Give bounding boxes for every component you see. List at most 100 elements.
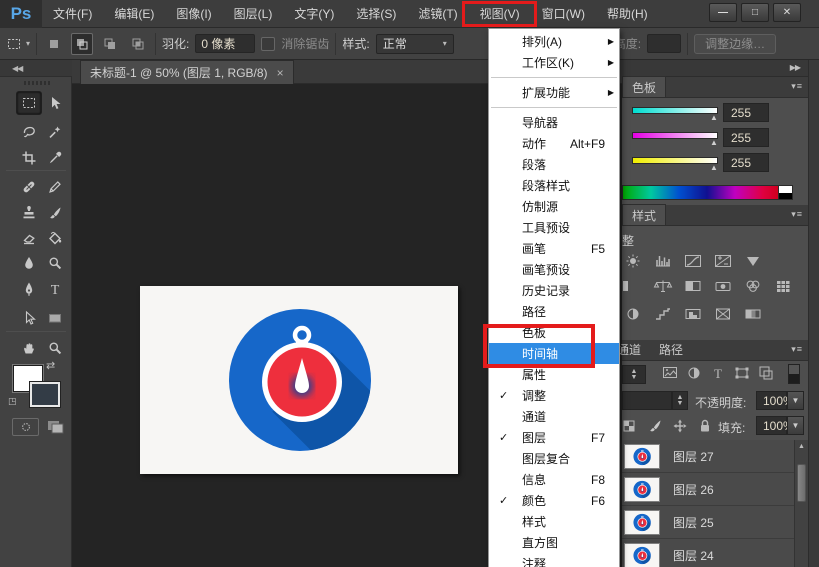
tab-swatches[interactable]: 色板 bbox=[622, 76, 666, 97]
fill-value[interactable]: 100% bbox=[756, 416, 787, 435]
maximize-button[interactable]: □ bbox=[741, 3, 769, 22]
layer-name[interactable]: 图层 26 bbox=[673, 481, 714, 498]
gradient-map-icon[interactable] bbox=[742, 306, 764, 322]
menubar-item-t[interactable]: 滤镜(T) bbox=[407, 0, 468, 28]
menubar-item-l[interactable]: 图层(L) bbox=[223, 0, 284, 28]
window-menu-item[interactable]: 路径 bbox=[489, 301, 619, 322]
menubar-item-y[interactable]: 文字(Y) bbox=[283, 0, 345, 28]
pencil-tool[interactable] bbox=[42, 175, 68, 199]
history-brush-tool[interactable] bbox=[42, 201, 68, 225]
lock-all-icon[interactable] bbox=[697, 418, 713, 434]
shape-layer-filter-icon[interactable] bbox=[734, 365, 750, 381]
intersect-selection-button[interactable] bbox=[127, 33, 149, 55]
lock-transparency-icon[interactable] bbox=[622, 418, 638, 434]
window-menu-item[interactable]: 样式 bbox=[489, 511, 619, 532]
window-menu-item[interactable]: 历史记录 bbox=[489, 280, 619, 301]
layer-thumbnail[interactable] bbox=[624, 444, 660, 469]
window-menu-item[interactable]: 排列(A)▶ bbox=[489, 31, 619, 52]
screen-mode-button[interactable] bbox=[44, 418, 68, 436]
levels-icon[interactable] bbox=[652, 253, 674, 269]
type-tool[interactable]: T bbox=[42, 277, 68, 301]
dodge-tool[interactable] bbox=[42, 251, 68, 275]
window-menu-item[interactable]: 画笔预设 bbox=[489, 259, 619, 280]
channel-value-input[interactable]: 255 bbox=[723, 128, 769, 147]
eyedropper-tool[interactable] bbox=[42, 146, 68, 170]
window-menu-item[interactable]: 直方图 bbox=[489, 532, 619, 553]
close-tab-icon[interactable]: × bbox=[277, 66, 284, 80]
exposure-icon[interactable] bbox=[712, 253, 734, 269]
menubar-item-s[interactable]: 选择(S) bbox=[345, 0, 407, 28]
window-menu-item[interactable]: 段落样式 bbox=[489, 175, 619, 196]
subtract-from-selection-button[interactable] bbox=[99, 33, 121, 55]
lock-position-icon[interactable] bbox=[672, 418, 688, 434]
blend-mode-stepper[interactable]: ▲▼ bbox=[672, 391, 688, 410]
tab-paths[interactable]: 路径 bbox=[650, 339, 692, 360]
crop-tool[interactable] bbox=[16, 146, 42, 170]
hue-saturation-cut-icon[interactable] bbox=[622, 278, 644, 294]
filter-toggle-button[interactable] bbox=[788, 364, 800, 384]
filter-kind-dropdown[interactable]: ▲▼ bbox=[622, 365, 646, 384]
lock-pixels-brush-icon[interactable] bbox=[647, 418, 663, 434]
path-selection-tool[interactable] bbox=[16, 306, 42, 330]
window-menu-item[interactable]: ✓调整 bbox=[489, 385, 619, 406]
tool-preset-icon[interactable]: ▾ bbox=[6, 36, 30, 52]
shape-tool[interactable] bbox=[42, 306, 68, 330]
channel-value-input[interactable]: 255 bbox=[723, 103, 769, 122]
window-menu-item[interactable]: 通道 bbox=[489, 406, 619, 427]
magic-wand-tool[interactable] bbox=[42, 120, 68, 144]
slider-thumb-icon[interactable]: ▲ bbox=[710, 138, 718, 147]
window-menu-item[interactable]: 导航器 bbox=[489, 112, 619, 133]
paint-bucket-tool[interactable] bbox=[42, 226, 68, 250]
menubar-item-i[interactable]: 图像(I) bbox=[165, 0, 222, 28]
tools-panel-collapse[interactable]: ◀◀ bbox=[0, 60, 72, 77]
selective-color-icon[interactable] bbox=[712, 306, 734, 322]
color-lookup-icon[interactable] bbox=[772, 278, 794, 294]
photo-filter-icon[interactable] bbox=[712, 278, 734, 294]
layer-name[interactable]: 图层 24 bbox=[673, 547, 714, 564]
window-menu-item[interactable]: ✓图层F7 bbox=[489, 427, 619, 448]
menubar-item-w[interactable]: 窗口(W) bbox=[531, 0, 596, 28]
tab-styles[interactable]: 样式 bbox=[622, 204, 666, 225]
document-tab[interactable]: 未标题-1 @ 50% (图层 1, RGB/8) × bbox=[80, 60, 294, 84]
rectangular-marquee-tool[interactable] bbox=[16, 91, 42, 115]
adjustment-layer-filter-icon[interactable] bbox=[686, 365, 702, 381]
feather-input[interactable]: 0 像素 bbox=[195, 34, 255, 53]
color-slider-track[interactable] bbox=[632, 132, 718, 139]
eraser-tool[interactable] bbox=[16, 226, 42, 250]
color-slider-track[interactable] bbox=[632, 157, 718, 164]
tab-channels[interactable]: 通道 bbox=[617, 339, 650, 360]
healing-brush-tool[interactable] bbox=[16, 175, 42, 199]
curves-icon[interactable] bbox=[682, 253, 704, 269]
type-layer-filter-icon[interactable]: T bbox=[710, 365, 726, 381]
invert-icon[interactable] bbox=[622, 306, 644, 322]
blend-mode-dropdown[interactable] bbox=[622, 391, 672, 410]
color-balance-icon[interactable] bbox=[652, 278, 674, 294]
color-spectrum-ramp[interactable] bbox=[622, 185, 792, 200]
pixel-layer-filter-icon[interactable] bbox=[662, 365, 678, 381]
layer-thumbnail[interactable] bbox=[624, 543, 660, 567]
hand-tool[interactable] bbox=[16, 336, 42, 360]
panel-grip[interactable] bbox=[24, 81, 50, 85]
pen-tool[interactable] bbox=[16, 277, 42, 301]
layer-row[interactable]: 图层 24 bbox=[622, 539, 794, 567]
background-color-swatch[interactable] bbox=[30, 382, 60, 407]
opacity-value[interactable]: 100% bbox=[756, 391, 787, 410]
height-input[interactable] bbox=[647, 34, 681, 53]
window-menu-item[interactable]: 信息F8 bbox=[489, 469, 619, 490]
layer-row[interactable]: 图层 26 bbox=[622, 473, 794, 506]
lasso-tool[interactable] bbox=[16, 120, 42, 144]
layer-row[interactable]: 图层 25 bbox=[622, 506, 794, 539]
window-menu-item[interactable]: 动作Alt+F9 bbox=[489, 133, 619, 154]
move-tool[interactable] bbox=[42, 91, 68, 115]
black-white-icon[interactable] bbox=[682, 278, 704, 294]
window-menu-item[interactable]: ✓颜色F6 bbox=[489, 490, 619, 511]
scrollbar-thumb[interactable] bbox=[797, 464, 806, 502]
vibrance-icon[interactable] bbox=[742, 253, 764, 269]
window-menu-item[interactable]: 工作区(K)▶ bbox=[489, 52, 619, 73]
default-colors-icon[interactable]: ◳ bbox=[8, 396, 17, 407]
add-to-selection-button[interactable] bbox=[71, 33, 93, 55]
channel-mixer-icon[interactable] bbox=[742, 278, 764, 294]
minimize-button[interactable]: — bbox=[709, 3, 737, 22]
zoom-tool[interactable] bbox=[42, 336, 68, 360]
window-menu-item[interactable]: 注释 bbox=[489, 553, 619, 567]
